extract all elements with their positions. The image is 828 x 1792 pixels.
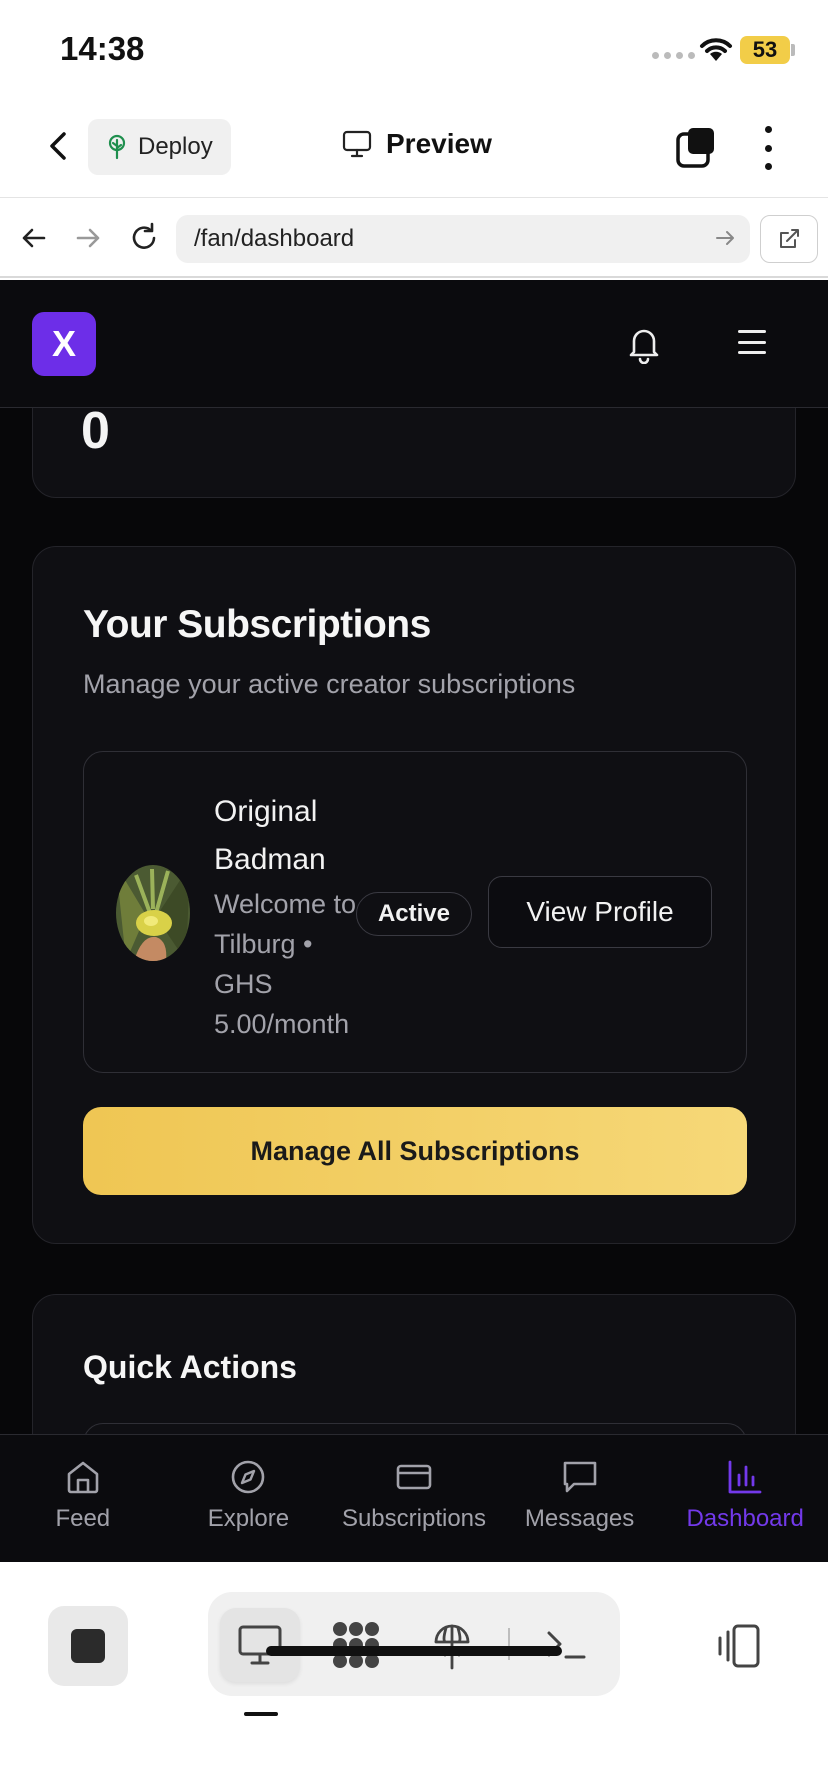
credit-card-icon — [396, 1464, 432, 1490]
ide-toolbar — [0, 1562, 828, 1792]
console-view-button[interactable] — [526, 1608, 606, 1682]
battery-indicator: 53 — [740, 36, 790, 64]
nav-subscriptions[interactable]: Subscriptions — [331, 1435, 497, 1562]
status-badge: Active — [356, 892, 472, 936]
quick-actions-title: Quick Actions — [83, 1349, 297, 1385]
nav-explore[interactable]: Explore — [166, 1435, 332, 1562]
stop-button[interactable] — [48, 1606, 128, 1686]
view-switcher — [208, 1592, 620, 1696]
app-header: Deploy Preview — [0, 100, 828, 198]
status-bar: 14:38 53 — [0, 0, 828, 100]
tree-icon — [108, 134, 126, 160]
message-icon — [563, 1461, 596, 1493]
wifi-icon — [700, 38, 732, 61]
globe-upload-icon — [434, 1624, 470, 1670]
nodes-icon — [333, 1622, 379, 1668]
workflows-view-button[interactable] — [316, 1608, 396, 1682]
nav-label: Messages — [524, 1505, 635, 1532]
browser-back-icon[interactable] — [16, 220, 52, 256]
bottom-navigation: Feed Explore Subscriptions Messages Dash… — [0, 1434, 828, 1562]
nav-messages[interactable]: Messages — [497, 1435, 663, 1562]
stat-value: 0 — [81, 402, 110, 460]
nav-label: Feed — [55, 1505, 111, 1532]
signal-icon — [652, 52, 695, 59]
go-arrow-icon[interactable] — [714, 227, 736, 249]
panel-toggle-icon[interactable] — [712, 1618, 768, 1674]
battery-cap — [791, 44, 795, 56]
monitor-icon — [238, 1625, 282, 1665]
status-time: 14:38 — [60, 30, 145, 67]
manage-subscriptions-button[interactable]: Manage All Subscriptions — [83, 1107, 747, 1195]
tabs-icon[interactable] — [676, 126, 716, 168]
nav-label: Subscriptions — [341, 1505, 487, 1532]
preview-tab[interactable]: Preview — [342, 128, 492, 160]
view-profile-button[interactable]: View Profile — [488, 876, 712, 948]
reload-icon[interactable] — [126, 220, 162, 256]
subscription-item: Original Badman Welcome to Tilburg • GHS… — [83, 751, 747, 1073]
deploy-button[interactable]: Deploy — [88, 119, 231, 175]
menu-icon[interactable] — [738, 330, 766, 354]
back-chevron-icon[interactable] — [40, 126, 76, 166]
nav-dashboard[interactable]: Dashboard — [662, 1435, 828, 1562]
site-header: X — [0, 280, 828, 408]
terminal-icon — [547, 1631, 586, 1659]
bell-icon[interactable] — [626, 324, 662, 364]
more-vertical-icon[interactable] — [762, 126, 774, 170]
nav-feed[interactable]: Feed — [0, 1435, 166, 1562]
monitor-icon — [342, 130, 372, 158]
deploy-label: Deploy — [138, 133, 213, 160]
open-external-button[interactable] — [760, 215, 818, 263]
bar-chart-icon — [728, 1460, 762, 1494]
nav-label: Explore — [207, 1505, 290, 1532]
subscriptions-card: Your Subscriptions Manage your active cr… — [32, 546, 796, 1244]
subscriptions-title: Your Subscriptions — [83, 603, 431, 646]
deploy-view-button[interactable] — [412, 1608, 492, 1682]
home-indicator — [266, 1646, 562, 1656]
creator-avatar[interactable] — [116, 865, 190, 961]
compass-icon — [232, 1460, 265, 1494]
nav-label: Dashboard — [686, 1505, 804, 1532]
home-icon — [67, 1461, 99, 1494]
stop-icon — [71, 1629, 105, 1663]
creator-name[interactable]: Original Badman — [214, 788, 364, 884]
active-view-indicator — [244, 1712, 278, 1716]
url-input[interactable]: /fan/dashboard — [176, 215, 750, 263]
preview-label: Preview — [386, 128, 492, 159]
site-logo[interactable]: X — [32, 312, 96, 376]
url-text: /fan/dashboard — [194, 225, 355, 252]
browser-forward-icon[interactable] — [70, 220, 106, 256]
preview-view-button[interactable] — [220, 1608, 300, 1682]
browser-bar: /fan/dashboard — [0, 198, 828, 278]
web-preview: X 0 Your Subscriptions Manage your activ… — [0, 280, 828, 1562]
subscriptions-description: Manage your active creator subscriptions — [83, 669, 576, 699]
external-link-icon — [780, 229, 799, 248]
subscription-meta: Welcome to Tilburg • GHS 5.00/month — [214, 889, 357, 1039]
